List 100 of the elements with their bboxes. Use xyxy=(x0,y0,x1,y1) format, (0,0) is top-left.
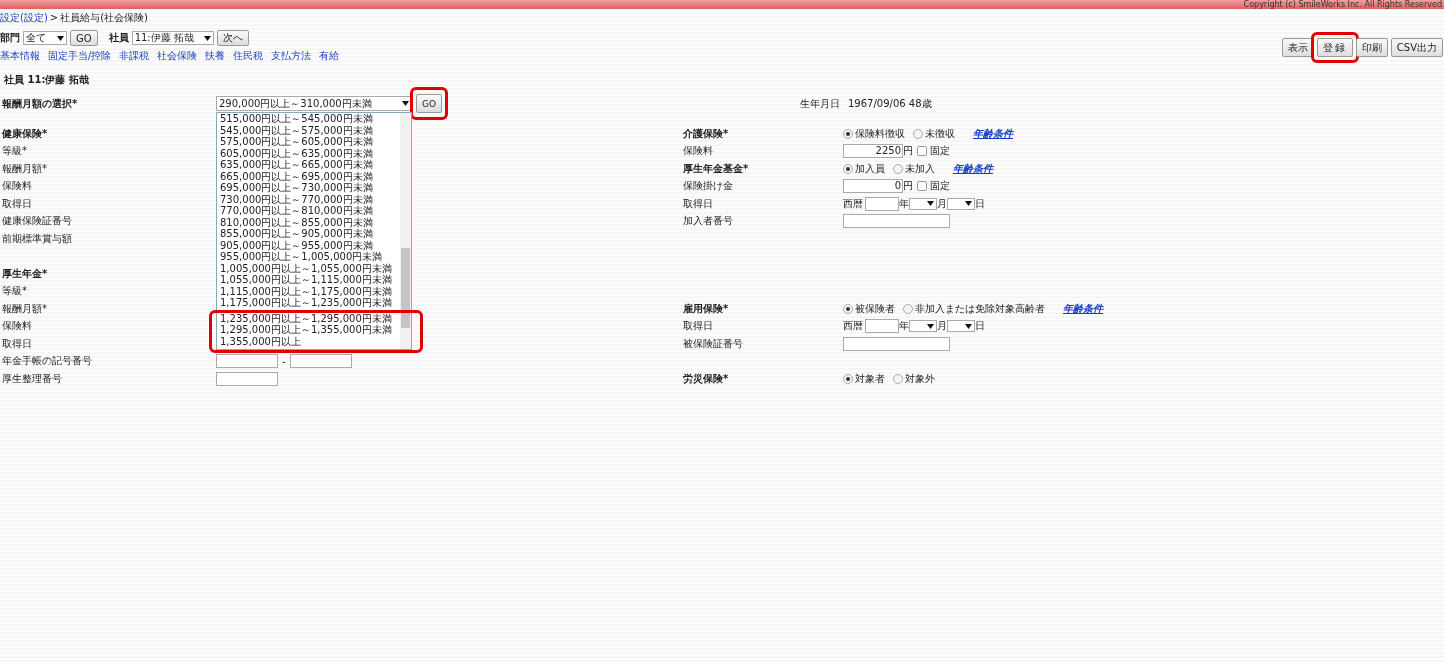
year-field[interactable] xyxy=(865,196,899,211)
dropdown-option[interactable]: 515,000円以上～545,000円未満 xyxy=(217,113,399,125)
age-condition-link[interactable]: 年齢条件 xyxy=(953,161,993,176)
nav-link[interactable]: 支払方法 xyxy=(271,49,312,63)
employee-select[interactable]: 11:伊藤 拓哉 xyxy=(131,31,214,45)
unit-text: 円 xyxy=(903,144,913,159)
input-field[interactable] xyxy=(216,354,278,369)
nav-link[interactable]: 社会保険 xyxy=(157,49,198,63)
dropdown-option[interactable]: 665,000円以上～695,000円未満 xyxy=(217,170,399,182)
input-field[interactable] xyxy=(289,354,352,369)
go-button[interactable]: GO xyxy=(70,30,98,46)
radio-button[interactable] xyxy=(843,373,853,384)
unit-text: 月 xyxy=(937,196,947,211)
month-select[interactable] xyxy=(909,197,937,210)
amount-field[interactable]: 0 xyxy=(843,179,903,194)
dropdown-option[interactable]: 545,000円以上～575,000円未満 xyxy=(217,124,399,136)
day-select[interactable] xyxy=(947,197,975,210)
dropdown-option[interactable]: 1,355,000円以上 xyxy=(217,335,399,347)
radio-button[interactable] xyxy=(843,128,853,139)
action-button[interactable]: 印刷 xyxy=(1355,38,1388,57)
unit-text: 円 xyxy=(903,179,913,194)
radio-button[interactable] xyxy=(903,303,913,314)
dropdown-option[interactable]: 855,000円以上～905,000円未満 xyxy=(217,228,399,240)
dropdown-option[interactable]: 810,000円以上～855,000円未満 xyxy=(217,216,399,228)
go-button[interactable]: GO xyxy=(416,94,443,113)
action-button[interactable]: 表示 xyxy=(1281,38,1314,57)
unit-text: 年 xyxy=(899,319,909,334)
breadcrumb-link[interactable]: 設定(設定) xyxy=(0,10,48,25)
section-title: 介護保険* xyxy=(683,126,730,141)
dropdown-option[interactable]: 1,235,000円以上～1,295,000円未満 xyxy=(217,312,399,324)
dropdown-option[interactable]: 605,000円以上～635,000円未満 xyxy=(217,147,399,159)
radio-label: 保険料徴収 xyxy=(855,126,905,141)
input-field[interactable] xyxy=(843,336,950,351)
field-label: 等級* xyxy=(1,284,28,299)
year-field[interactable] xyxy=(865,319,899,334)
unit-text: 月 xyxy=(937,319,947,334)
dropdown-option[interactable]: 1,295,000円以上～1,355,000円未満 xyxy=(217,324,399,336)
dropdown-option[interactable]: 1,175,000円以上～1,235,000円未満 xyxy=(217,297,399,309)
field-label: 厚生整理番号 xyxy=(1,371,63,386)
next-button[interactable]: 次へ xyxy=(216,30,249,46)
radio-button[interactable] xyxy=(893,373,903,384)
radio-label: 加入員 xyxy=(855,161,885,176)
section-title: 雇用保険* xyxy=(683,301,730,316)
field-label: 前期標準賞与額 xyxy=(1,231,73,246)
checkbox[interactable] xyxy=(917,146,927,157)
nav-link[interactable]: 住民税 xyxy=(233,49,264,63)
day-select[interactable] xyxy=(947,320,975,333)
field-label: 保険掛け金 xyxy=(683,179,734,194)
age-condition-link[interactable]: 年齢条件 xyxy=(1063,301,1103,316)
section-title: 厚生年金* xyxy=(1,266,49,281)
radio-label: 非加入または免除対象高齢者 xyxy=(915,301,1045,316)
caret-icon xyxy=(203,35,211,41)
dropdown-option[interactable]: 635,000円以上～665,000円未満 xyxy=(217,159,399,171)
radio-button[interactable] xyxy=(843,163,853,174)
caret-icon xyxy=(402,101,409,106)
dropdown-option[interactable]: 1,005,000円以上～1,055,000円未満 xyxy=(217,262,399,274)
department-label: 部門 xyxy=(0,31,20,45)
month-select[interactable] xyxy=(909,320,937,333)
caret-icon xyxy=(965,323,972,329)
unit-text: 日 xyxy=(975,196,985,211)
caret-icon xyxy=(965,201,972,207)
radio-label: 被保険者 xyxy=(855,301,895,316)
nav-link[interactable]: 非課税 xyxy=(119,49,150,63)
amount-field[interactable]: 2250 xyxy=(843,144,903,159)
nav-link[interactable]: 基本情報 xyxy=(0,49,40,63)
department-select[interactable]: 全て xyxy=(23,31,67,45)
field-label: 等級* xyxy=(1,144,28,159)
dropdown-option[interactable]: 1,055,000円以上～1,115,000円未満 xyxy=(217,274,399,286)
input-field[interactable] xyxy=(843,214,950,229)
dropdown-option[interactable]: 955,000円以上～1,005,000円未満 xyxy=(217,251,399,263)
input-field[interactable] xyxy=(216,371,278,386)
nav-link[interactable]: 固定手当/控除 xyxy=(48,49,112,63)
scrollbar[interactable] xyxy=(400,113,411,349)
checkbox[interactable] xyxy=(917,181,927,192)
radio-label: 未加入 xyxy=(905,161,935,176)
section-title: 厚生年金基金* xyxy=(683,161,750,176)
field-label: 取得日 xyxy=(1,196,33,211)
dropdown-option[interactable]: 770,000円以上～810,000円未満 xyxy=(217,205,399,217)
radio-button[interactable] xyxy=(913,128,923,139)
dropdown-option[interactable]: 575,000円以上～605,000円未満 xyxy=(217,136,399,148)
age-condition-link[interactable]: 年齢条件 xyxy=(973,126,1013,141)
dropdown-option[interactable]: 1,115,000円以上～1,175,000円未満 xyxy=(217,285,399,297)
nav-link[interactable]: 有給 xyxy=(319,49,340,63)
field-label: 保険料 xyxy=(1,319,33,334)
radio-button[interactable] xyxy=(893,163,903,174)
employee-label: 社員 xyxy=(108,31,129,45)
action-button[interactable]: 登録 xyxy=(1316,38,1353,57)
salary-select[interactable]: 290,000円以上～310,000円未満 xyxy=(216,96,412,111)
copyright-text: Copyright (c) SmileWorks Inc. All Rights Reserved xyxy=(1243,0,1442,9)
radio-label: 対象外 xyxy=(905,371,935,386)
nav-link[interactable]: 扶養 xyxy=(205,49,226,63)
field-label: 取得日 xyxy=(683,319,714,334)
dropdown-option[interactable]: 905,000円以上～955,000円未満 xyxy=(217,239,399,251)
unit-text: 年 xyxy=(899,196,909,211)
employee-title: 社員 11:伊藤 拓哉 xyxy=(3,73,90,87)
dropdown-option[interactable]: 730,000円以上～770,000円未満 xyxy=(217,193,399,205)
checkbox-label: 固定 xyxy=(930,144,950,159)
action-button[interactable]: CSV出力 xyxy=(1390,38,1443,57)
radio-button[interactable] xyxy=(843,303,853,314)
dropdown-option[interactable]: 695,000円以上～730,000円未満 xyxy=(217,182,399,194)
